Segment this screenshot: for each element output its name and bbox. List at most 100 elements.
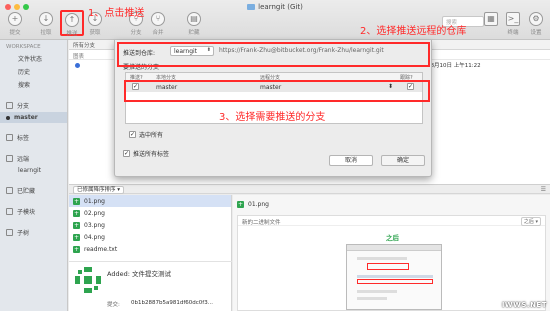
list-item[interactable]: +02.png [69, 207, 231, 219]
terminal-button[interactable]: >_ 终端 [504, 12, 522, 36]
pull-label: 拉取 [40, 30, 52, 36]
window-controls [5, 4, 29, 10]
push-tags-label: 推送所有标签 [133, 151, 170, 158]
binary-file-label: 新的二进制文件 [242, 220, 281, 226]
sidebar-section-subtrees[interactable]: 子树 [0, 224, 67, 239]
checkbox-icon: ✓ [129, 131, 136, 138]
commit-hash[interactable]: 0b1b2887b5a981df60dc0f3... [131, 300, 213, 306]
settings-label: 设置 [530, 30, 542, 36]
after-label: 之后 [386, 234, 399, 242]
added-file-icon: + [73, 221, 80, 229]
push-label: 推送 [66, 31, 78, 37]
sort-dropdown[interactable]: 已修属降序排序 ▾ [73, 186, 125, 194]
push-icon: ↑ [65, 13, 79, 27]
list-item[interactable]: +03.png [69, 219, 231, 231]
settings-button[interactable]: ⚙ 设置 [526, 12, 546, 36]
cloud-icon [6, 155, 13, 162]
sidebar-item-history[interactable]: 历史 [0, 65, 67, 78]
push-button[interactable]: ↑ 推送 [60, 10, 84, 37]
diff-pane: +01.png 新的二进制文件 之后 ▾ 之后 IWWS.NET [233, 195, 550, 311]
stash-icon: ▤ [187, 12, 201, 26]
pull-button[interactable]: ↓ 拉取 [34, 12, 58, 36]
tag-icon [6, 134, 13, 141]
stash-button[interactable]: ▤ 贮藏 [182, 12, 206, 36]
added-file-icon: + [73, 197, 80, 205]
avatar [75, 267, 101, 293]
list-view-icon[interactable]: ☰ [541, 186, 546, 193]
commit-details: Added: 文件提交测试 提交: 0b1b2887b5a981df60dc0f… [69, 261, 232, 311]
window-title: learngit (Git) [230, 3, 320, 11]
finder-button[interactable]: ▦ [482, 12, 500, 28]
subtree-icon [6, 229, 13, 236]
commit-icon: + [8, 12, 22, 26]
file-name: 01.png [84, 197, 105, 205]
added-file-icon: + [73, 233, 80, 241]
diff-file-header: +01.png [237, 201, 269, 208]
annotation-step3: 3、选择需要推送的分支 [219, 112, 326, 123]
current-branch-dot [6, 115, 10, 120]
added-file-icon: + [73, 245, 80, 253]
merge-button[interactable]: ⑂ 合并 [146, 12, 170, 36]
submodules-label: 子模块 [17, 209, 36, 216]
commit-hash-label: 提交: [107, 302, 120, 308]
subtrees-label: 子树 [17, 230, 30, 237]
list-item[interactable]: + readme.txt [69, 243, 231, 255]
gear-icon: ⚙ [529, 12, 543, 26]
finder-icon: ▦ [484, 12, 498, 26]
terminal-label: 终端 [507, 30, 519, 36]
diff-file-name: 01.png [248, 201, 269, 208]
sidebar-section-branches[interactable]: 分支 [0, 97, 67, 112]
list-item[interactable]: +04.png [69, 231, 231, 243]
sidebar-section-stashes[interactable]: 已贮藏 [0, 182, 67, 197]
fetch-label: 获取 [89, 30, 101, 36]
file-name: 02.png [84, 209, 105, 217]
list-item[interactable]: +01.png [69, 195, 231, 207]
image-preview [346, 244, 442, 310]
checkbox-icon: ✓ [123, 150, 130, 157]
select-all-label: 选中所有 [139, 132, 164, 139]
pull-icon: ↓ [39, 12, 53, 26]
push-all-tags-checkbox[interactable]: ✓ 推送所有标签 [123, 149, 169, 158]
submodule-icon [6, 208, 13, 215]
commit-button[interactable]: + 提交 [3, 12, 27, 36]
diff-card-header: 新的二进制文件 之后 ▾ [238, 216, 545, 226]
commit-message: Added: 文件提交测试 [107, 270, 171, 278]
stashes-label: 已贮藏 [17, 188, 36, 195]
zoom-window-button[interactable] [23, 4, 29, 10]
cancel-button[interactable]: 取消 [329, 155, 373, 166]
graph-node [75, 63, 80, 68]
branch-icon [6, 102, 13, 109]
diff-mode-select[interactable]: 之后 ▾ [520, 217, 541, 226]
close-window-button[interactable] [5, 4, 11, 10]
file-name: 03.png [84, 221, 105, 229]
sidebar-item-search[interactable]: 搜索 [0, 78, 67, 91]
sidebar-section-submodules[interactable]: 子模块 [0, 203, 67, 218]
sidebar-item-master[interactable]: master [0, 112, 67, 123]
toolbar: learngit (Git) + 提交 ↓ 拉取 ↑ 推送 ↓ 获取 ⑂ 分支 ⑂ 合并 ▤… [0, 0, 550, 40]
stash-label: 贮藏 [188, 30, 200, 36]
annotation-step1: 1、点击推送 [88, 8, 145, 19]
sidebar-item-remote-learngit[interactable]: learngit [0, 165, 67, 176]
ok-button[interactable]: 确定 [381, 155, 425, 166]
added-file-icon: + [73, 209, 80, 217]
remotes-label: 远端 [17, 156, 30, 163]
added-file-icon: + [237, 201, 244, 208]
annotation-step2: 2、选择推送远程的仓库 [360, 26, 467, 37]
sidebar-section-remotes[interactable]: 远端 [0, 150, 67, 165]
select-all-checkbox[interactable]: ✓ 选中所有 [129, 130, 163, 139]
folder-icon [247, 4, 256, 10]
commit-label: 提交 [9, 30, 21, 36]
branch-filter-label: 所有分支 [73, 43, 96, 49]
workspace-header: WORKSPACE [6, 44, 41, 50]
file-name: readme.txt [84, 245, 118, 253]
sidebar-item-file-status[interactable]: 文件状态 [0, 52, 67, 65]
changed-files-list: +01.png +02.png +03.png +04.png + readme.… [69, 195, 232, 311]
sidebar-section-tags[interactable]: 标签 [0, 129, 67, 144]
image-diff-card: 新的二进制文件 之后 ▾ 之后 [237, 215, 546, 311]
minimize-window-button[interactable] [14, 4, 20, 10]
branch-name: master [14, 114, 38, 121]
tags-label: 标签 [17, 135, 30, 142]
sidebar: WORKSPACE 文件状态 历史 搜索 分支 master 标签 远端 lea… [0, 40, 68, 311]
annotation-branch-box [124, 80, 430, 102]
file-name: 04.png [84, 233, 105, 241]
